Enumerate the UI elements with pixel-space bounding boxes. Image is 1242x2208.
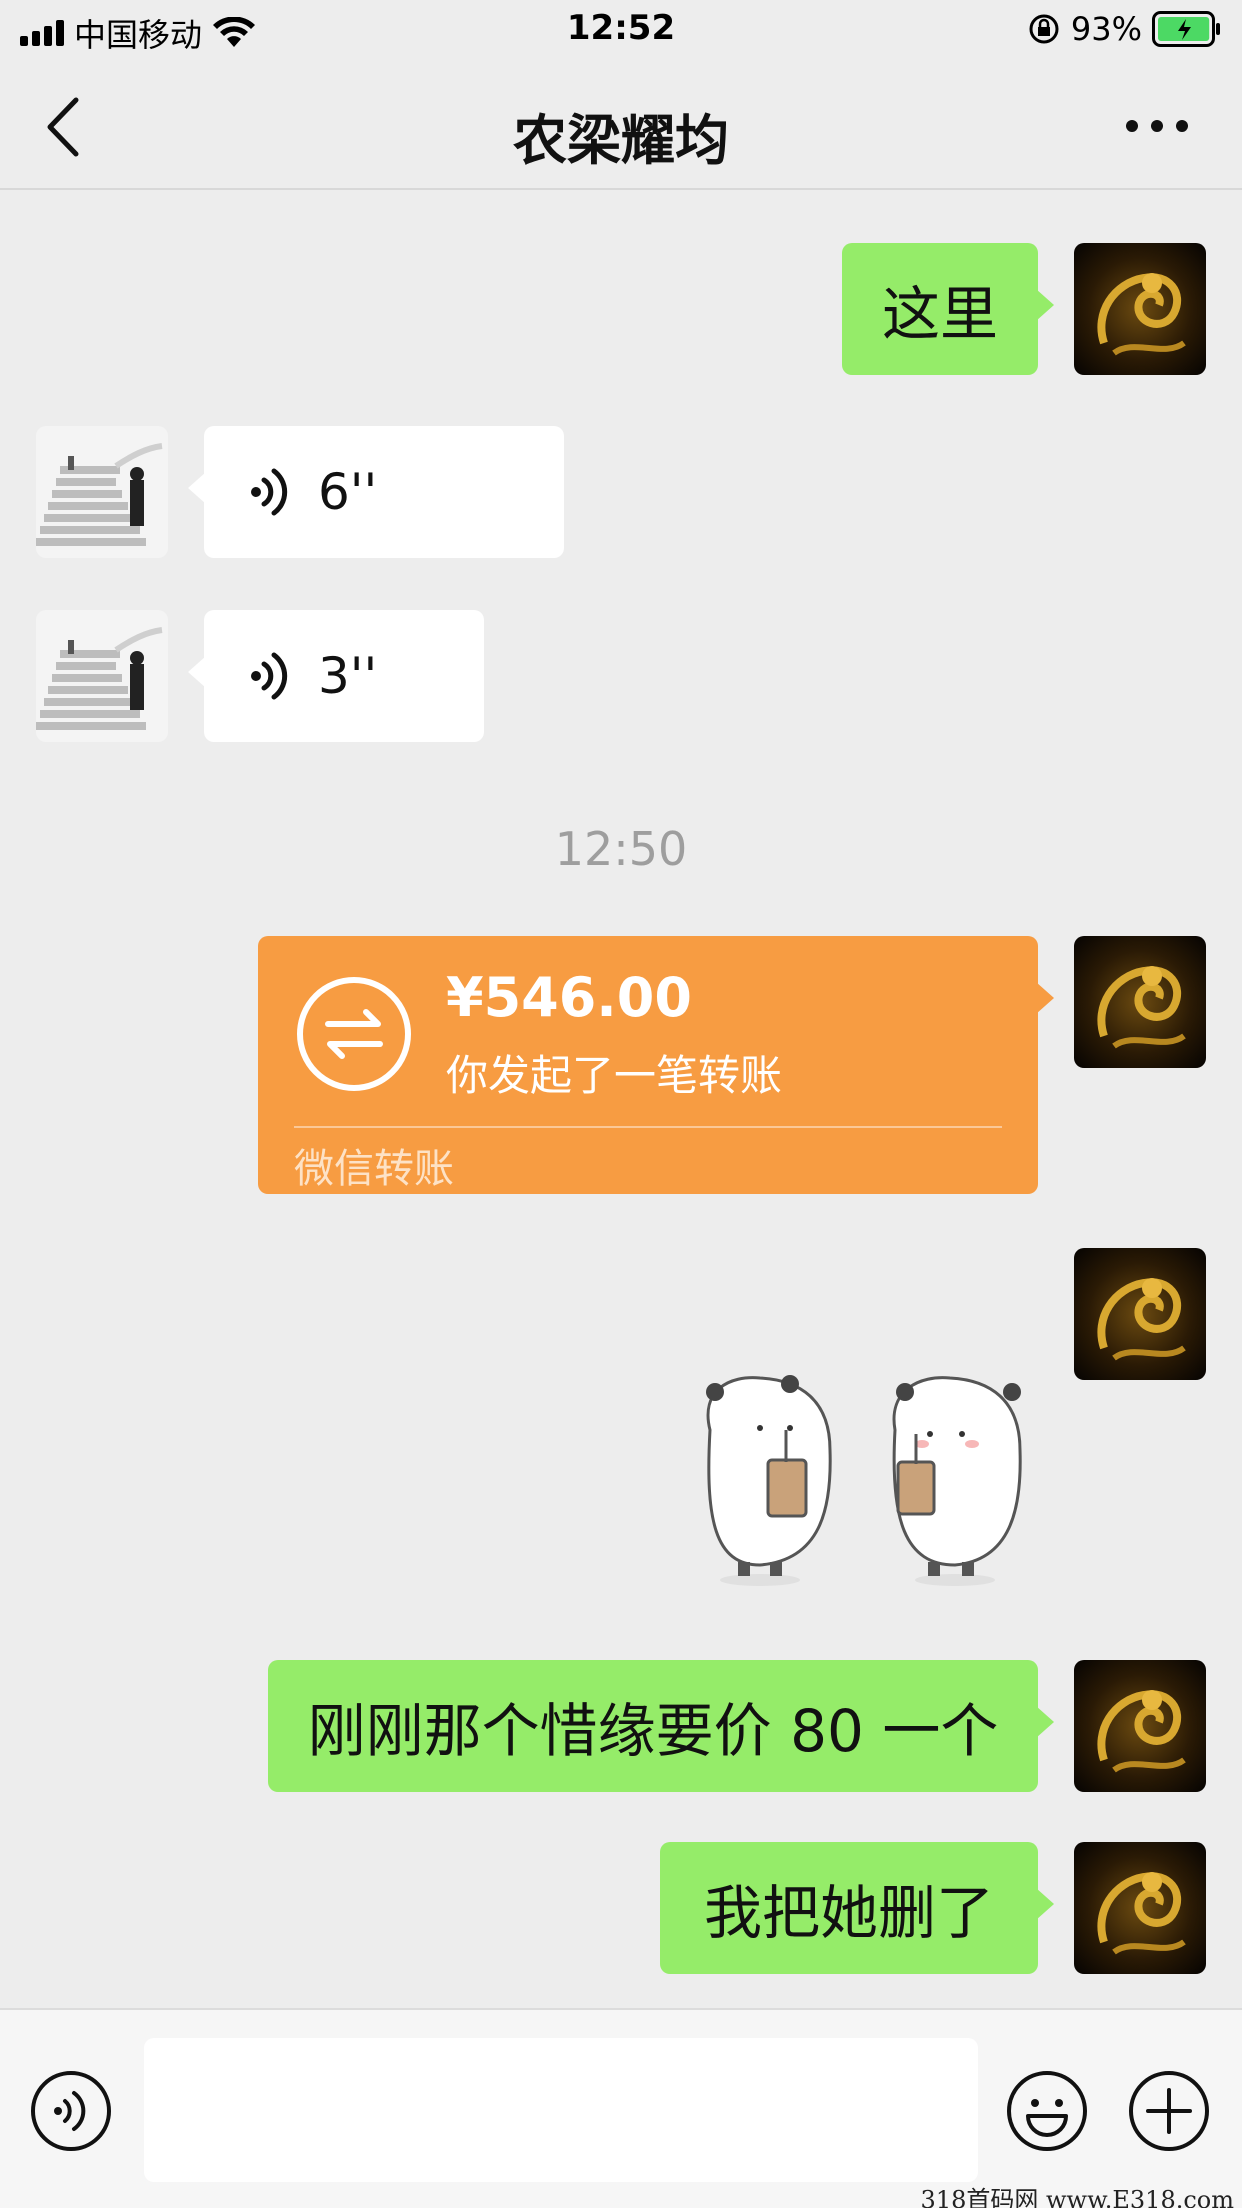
- voice-wave-icon: [251, 652, 288, 700]
- message-text: 我把她删了: [703, 1879, 994, 1947]
- voice-message[interactable]: 6'': [188, 426, 564, 558]
- voice-wave-icon: [251, 468, 288, 516]
- bubble-tail: [1036, 1706, 1054, 1738]
- bubble-tail: [1036, 1888, 1054, 1920]
- avatar-self[interactable]: [1074, 936, 1206, 1068]
- avatar-self[interactable]: [1074, 1842, 1206, 1974]
- dragon-avatar-icon: [1097, 1278, 1186, 1361]
- avatar-self[interactable]: [1074, 1660, 1206, 1792]
- emoji-icon[interactable]: [1006, 2070, 1088, 2152]
- voice-duration: 6'': [318, 463, 378, 521]
- dragon-avatar-icon: [1097, 273, 1186, 356]
- dragon-avatar-icon: [1097, 966, 1186, 1049]
- bubble-tail: [1036, 982, 1054, 1014]
- transfer-footer: 微信转账: [294, 1146, 454, 1192]
- avatar-self[interactable]: [1074, 1248, 1206, 1380]
- dragon-avatar-icon: [1097, 1872, 1186, 1955]
- voice-message[interactable]: 3'': [188, 610, 484, 742]
- message-bubble-outgoing[interactable]: 这里: [842, 243, 1054, 375]
- stairs-avatar-icon: [36, 443, 163, 546]
- transfer-exchange-icon: [297, 977, 411, 1091]
- transfer-description: 你发起了一笔转账: [446, 1051, 783, 1100]
- transfer-card[interactable]: ¥546.00 你发起了一笔转账 微信转账: [258, 936, 1054, 1194]
- avatar-contact[interactable]: [36, 426, 168, 558]
- status-bar: 中国移动 12:52 93%: [0, 0, 1242, 64]
- bubble-tail: [1036, 289, 1054, 321]
- panda-bubble-tea-sticker[interactable]: [690, 1370, 1040, 1590]
- rotation-lock-icon: [1029, 14, 1059, 44]
- battery-percent: 93%: [1070, 10, 1142, 48]
- avatar-self[interactable]: [1074, 243, 1206, 375]
- message-text: 这里: [881, 280, 998, 348]
- battery-icon: [1152, 11, 1220, 47]
- transfer-amount: ¥546.00: [446, 966, 692, 1029]
- dragon-avatar-icon: [1097, 1690, 1186, 1773]
- message-bubble-outgoing[interactable]: 刚刚那个惜缘要价 80 一个: [268, 1660, 1054, 1792]
- message-timestamp: 12:50: [554, 822, 688, 876]
- watermark: 318首码网 www.E318.com: [920, 2186, 1234, 2208]
- message-bubble-outgoing[interactable]: 我把她删了: [660, 1842, 1054, 1974]
- bubble-tail: [188, 656, 206, 688]
- avatar-contact[interactable]: [36, 610, 168, 742]
- nav-bar: 农梁耀均: [0, 64, 1242, 190]
- chat-title: 农梁耀均: [513, 109, 729, 172]
- input-bar: [0, 2008, 1242, 2208]
- stairs-avatar-icon: [36, 627, 163, 730]
- voice-toggle-icon[interactable]: [30, 2070, 112, 2152]
- voice-duration: 3'': [318, 647, 378, 705]
- ellipsis-icon[interactable]: [1122, 114, 1192, 138]
- transfer-divider: [294, 1126, 1002, 1128]
- status-right: 93%: [1027, 10, 1222, 48]
- bubble-tail: [188, 472, 206, 504]
- message-input[interactable]: [144, 2038, 978, 2182]
- plus-icon[interactable]: [1128, 2070, 1210, 2152]
- message-text: 刚刚那个惜缘要价 80 一个: [307, 1697, 999, 1765]
